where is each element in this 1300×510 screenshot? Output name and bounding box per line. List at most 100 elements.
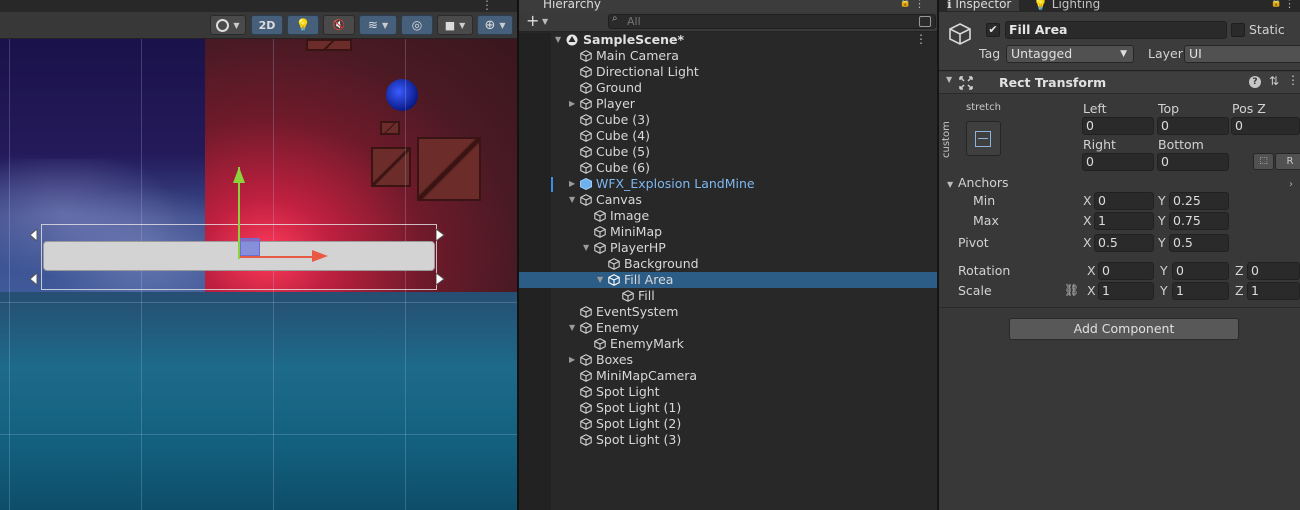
anchor-max-y-field[interactable]: 0.75: [1169, 212, 1229, 230]
tab-inspector[interactable]: ℹ Inspector: [947, 0, 1020, 11]
anchor-handle-icon[interactable]: [30, 229, 44, 241]
right-field[interactable]: 0: [1082, 153, 1154, 171]
expand-arrow-icon[interactable]: ▼: [597, 272, 603, 288]
help-icon[interactable]: ?: [1249, 76, 1261, 88]
hierarchy-item[interactable]: ▶ WFX_Explosion LandMine: [519, 176, 937, 192]
anchors-fold-icon[interactable]: ▼: [947, 180, 953, 189]
anchor-presets-button[interactable]: [966, 121, 1001, 156]
hierarchy-item[interactable]: Main Camera: [519, 48, 937, 64]
lock-icon[interactable]: 🔒: [900, 0, 911, 8]
posz-field[interactable]: 0: [1231, 117, 1300, 135]
move-gizmo-x-arrow-icon[interactable]: [312, 250, 328, 262]
hidden-objects-toggle[interactable]: ◎: [401, 15, 433, 35]
search-filter-icon[interactable]: [919, 16, 931, 27]
crate[interactable]: [380, 121, 400, 135]
scene-viewport[interactable]: [0, 39, 517, 510]
constrain-proportions-icon[interactable]: ⛓: [1064, 283, 1079, 297]
active-checkbox[interactable]: ✔: [986, 23, 1000, 37]
pivot-y-field[interactable]: 0.5: [1169, 234, 1229, 252]
hierarchy-item[interactable]: Ground: [519, 80, 937, 96]
hierarchy-search[interactable]: ⌕: [608, 13, 936, 29]
anchor-max-x-field[interactable]: 1: [1094, 212, 1154, 230]
hierarchy-item[interactable]: Spot Light (1): [519, 400, 937, 416]
move-gizmo-y-arrow-icon[interactable]: [233, 167, 245, 183]
camera-settings-dropdown[interactable]: ■ ▼: [437, 15, 473, 35]
left-field[interactable]: 0: [1082, 117, 1154, 135]
rotation-z-field[interactable]: 0: [1247, 262, 1300, 280]
anchors-label[interactable]: Anchors: [958, 175, 1009, 190]
move-gizmo-plane-handle[interactable]: [240, 238, 260, 256]
top-field[interactable]: 0: [1157, 117, 1229, 135]
hierarchy-item[interactable]: Spot Light: [519, 384, 937, 400]
rotation-x-field[interactable]: 0: [1098, 262, 1154, 280]
component-menu-icon[interactable]: ⋮: [1287, 73, 1299, 87]
audio-toggle-button[interactable]: 🔇: [323, 15, 355, 35]
crate[interactable]: [417, 137, 481, 201]
2d-mode-button[interactable]: 2D: [251, 15, 283, 35]
hierarchy-item[interactable]: ▶ Player: [519, 96, 937, 112]
draw-mode-dropdown[interactable]: ▼: [210, 15, 246, 35]
expand-arrow-icon[interactable]: ▼: [555, 32, 561, 48]
scene-options-icon[interactable]: ⋮: [915, 31, 927, 47]
expand-arrow-icon[interactable]: ▼: [569, 192, 575, 208]
hierarchy-item[interactable]: Cube (3): [519, 112, 937, 128]
hierarchy-item[interactable]: Directional Light: [519, 64, 937, 80]
hierarchy-item[interactable]: ▼ Enemy: [519, 320, 937, 336]
hierarchy-item[interactable]: Spot Light (3): [519, 432, 937, 448]
collapse-arrow-icon[interactable]: ▶: [569, 176, 575, 192]
fold-arrow-icon[interactable]: ▼: [946, 75, 952, 84]
expand-arrow-icon[interactable]: ▼: [569, 320, 575, 336]
hierarchy-item[interactable]: ▼ Canvas: [519, 192, 937, 208]
hierarchy-item[interactable]: EventSystem: [519, 304, 937, 320]
hierarchy-item[interactable]: Cube (4): [519, 128, 937, 144]
anchor-min-y-field[interactable]: 0.25: [1169, 192, 1229, 210]
hierarchy-item[interactable]: Image: [519, 208, 937, 224]
scale-z-field[interactable]: 1: [1247, 282, 1300, 300]
anchor-handle-icon[interactable]: [436, 229, 450, 241]
add-component-button[interactable]: Add Component: [1009, 318, 1239, 340]
scene-root[interactable]: ▼ SampleScene* ⋮: [519, 32, 937, 48]
hierarchy-item[interactable]: Fill: [519, 288, 937, 304]
object-name-field[interactable]: Fill Area: [1005, 21, 1227, 39]
bottom-field[interactable]: 0: [1157, 153, 1229, 171]
create-button[interactable]: +: [526, 11, 539, 30]
more-options-icon[interactable]: ⋮: [914, 0, 925, 10]
hierarchy-item[interactable]: ▼ Fill Area: [519, 272, 937, 288]
hierarchy-item[interactable]: Cube (5): [519, 144, 937, 160]
hierarchy-item[interactable]: Spot Light (2): [519, 416, 937, 432]
scene-view[interactable]: ⋮ ▼ 2D 💡 🔇 ≋ ▼ ◎ ■ ▼ ⊕ ▼: [0, 0, 517, 510]
anchor-handle-icon[interactable]: [436, 273, 450, 285]
hierarchy-item[interactable]: ▼ PlayerHP: [519, 240, 937, 256]
rotation-y-field[interactable]: 0: [1172, 262, 1229, 280]
rect-transform-header[interactable]: ▼ Rect Transform ? ⇅ ⋮: [939, 72, 1300, 94]
crate[interactable]: [306, 39, 352, 51]
enemy-sphere[interactable]: [386, 79, 418, 111]
collapse-arrow-icon[interactable]: ▶: [569, 96, 575, 112]
lock-icon[interactable]: 🔒: [1271, 0, 1282, 8]
hierarchy-item[interactable]: Cube (6): [519, 160, 937, 176]
tab-lighting[interactable]: 💡 Lighting: [1033, 0, 1100, 11]
scale-y-field[interactable]: 1: [1172, 282, 1229, 300]
tag-dropdown[interactable]: Untagged ▼: [1006, 45, 1134, 63]
anchor-handle-icon[interactable]: [30, 273, 44, 285]
hierarchy-item[interactable]: EnemyMark: [519, 336, 937, 352]
lighting-toggle-button[interactable]: 💡: [287, 15, 319, 35]
blueprint-mode-button[interactable]: ⬚: [1253, 153, 1274, 170]
hierarchy-item[interactable]: Background: [519, 256, 937, 272]
static-checkbox[interactable]: [1231, 23, 1245, 37]
expand-arrow-icon[interactable]: ▼: [583, 240, 589, 256]
hierarchy-tab[interactable]: Hierarchy: [543, 0, 601, 11]
hierarchy-item[interactable]: MiniMap: [519, 224, 937, 240]
layer-dropdown[interactable]: UI: [1184, 45, 1300, 63]
presets-icon[interactable]: ⇅: [1269, 74, 1279, 88]
collapse-arrow-icon[interactable]: ▶: [569, 352, 575, 368]
anchor-min-x-field[interactable]: 0: [1094, 192, 1154, 210]
scene-more-icon[interactable]: ⋮: [481, 0, 493, 12]
search-input[interactable]: [627, 15, 907, 28]
chevron-down-icon[interactable]: ▼: [542, 17, 548, 26]
hierarchy-item[interactable]: ▶ Boxes: [519, 352, 937, 368]
hierarchy-item[interactable]: MiniMapCamera: [519, 368, 937, 384]
scale-x-field[interactable]: 1: [1098, 282, 1154, 300]
pivot-x-field[interactable]: 0.5: [1094, 234, 1154, 252]
effects-dropdown[interactable]: ≋ ▼: [359, 15, 397, 35]
